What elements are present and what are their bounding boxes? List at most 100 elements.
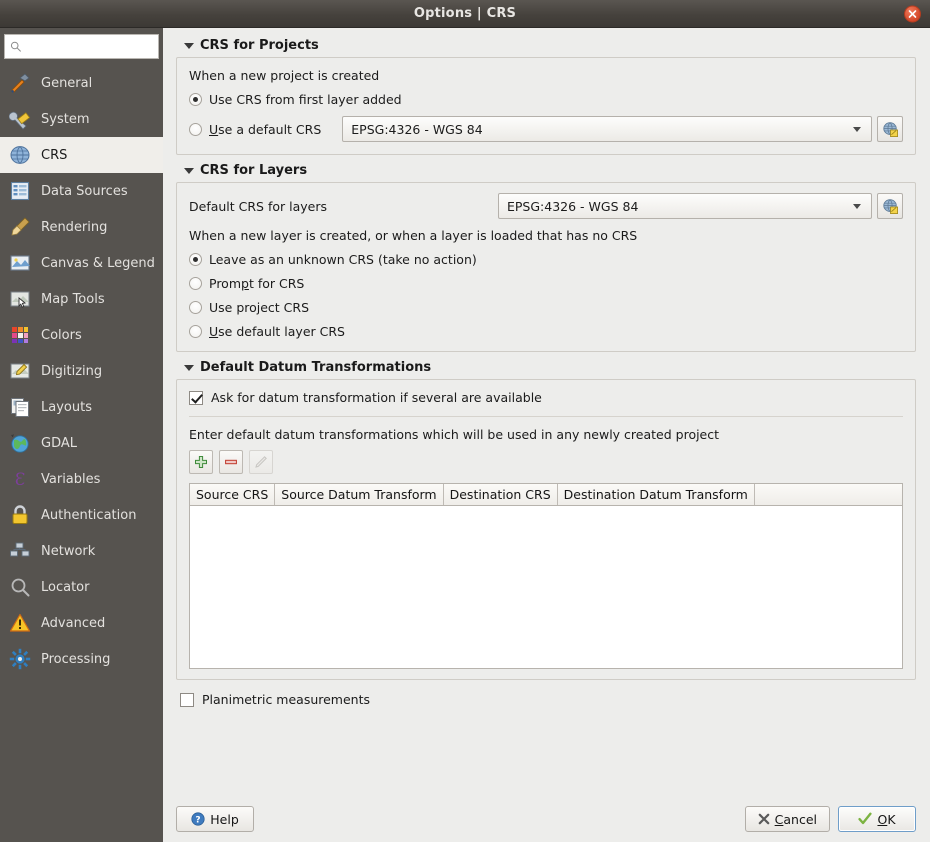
sidebar-item-canvas-legend[interactable]: Canvas & Legend xyxy=(0,245,163,281)
sidebar-item-label: Advanced xyxy=(41,616,105,631)
help-button[interactable]: ? Help xyxy=(176,806,254,832)
sidebar-item-digitizing[interactable]: Digitizing xyxy=(0,353,163,389)
radio-label: Use default layer CRS xyxy=(209,324,345,339)
search-input[interactable] xyxy=(26,39,153,55)
checkbox-label: Planimetric measurements xyxy=(202,692,370,707)
sidebar-item-advanced[interactable]: Advanced xyxy=(0,605,163,641)
default-layer-crs-combo[interactable]: EPSG:4326 - WGS 84 xyxy=(498,193,872,219)
select-layer-crs-button[interactable] xyxy=(877,193,903,219)
chevron-down-icon xyxy=(853,127,861,132)
default-crs-row: Default CRS for layers EPSG:4326 - WGS 8… xyxy=(189,193,903,219)
table-icon xyxy=(8,179,32,203)
earth-icon xyxy=(8,431,32,455)
sidebar-item-gdal[interactable]: GDAL xyxy=(0,425,163,461)
radio-use-crs-from-first-layer[interactable]: Use CRS from first layer added xyxy=(189,92,903,107)
table-column-header[interactable]: Destination CRS xyxy=(443,484,557,506)
svg-text:?: ? xyxy=(196,815,201,825)
sidebar-item-network[interactable]: Network xyxy=(0,533,163,569)
remove-transformation-button[interactable] xyxy=(219,450,243,474)
sidebar-item-label: Network xyxy=(41,544,95,559)
add-transformation-button[interactable] xyxy=(189,450,213,474)
sidebar-item-variables[interactable]: ƐVariables xyxy=(0,461,163,497)
radio-use-a-default-crs[interactable]: Use a default CRS EPSG:4326 - WGS 84 xyxy=(189,116,903,142)
sidebar-item-data-sources[interactable]: Data Sources xyxy=(0,173,163,209)
sidebar-item-authentication[interactable]: Authentication xyxy=(0,497,163,533)
sidebar-item-label: GDAL xyxy=(41,436,77,451)
sidebar-item-label: Variables xyxy=(41,472,100,487)
window-title: Options | CRS xyxy=(414,6,516,21)
pencil-map-icon xyxy=(8,359,32,383)
globe-select-icon xyxy=(882,121,899,138)
radio-indicator xyxy=(189,325,202,338)
table-column-header[interactable]: Source Datum Transform xyxy=(275,484,443,506)
sidebar-item-processing[interactable]: Processing xyxy=(0,641,163,677)
datum-table: Source CRSSource Datum TransformDestinat… xyxy=(190,484,902,506)
warning-icon xyxy=(8,611,32,635)
maptools-icon xyxy=(8,287,32,311)
search-icon xyxy=(8,575,32,599)
ask-datum-transformation-checkbox[interactable]: Ask for datum transformation if several … xyxy=(189,390,903,405)
radio-use-project-crs[interactable]: Use project CRS xyxy=(189,300,903,315)
sidebar-item-label: Authentication xyxy=(41,508,136,523)
layout-icon xyxy=(8,395,32,419)
radio-indicator xyxy=(189,93,202,106)
group-title: CRS for Layers xyxy=(200,163,307,178)
sidebar-item-map-tools[interactable]: Map Tools xyxy=(0,281,163,317)
ok-button[interactable]: OK xyxy=(838,806,916,832)
group-title: Default Datum Transformations xyxy=(200,360,431,375)
plus-icon xyxy=(194,455,208,469)
group-header-crs-for-layers[interactable]: CRS for Layers xyxy=(176,163,916,178)
sidebar-item-label: Canvas & Legend xyxy=(41,256,155,271)
cancel-button[interactable]: Cancel xyxy=(745,806,830,832)
enter-transformations-label: Enter default datum transformations whic… xyxy=(189,427,903,442)
sidebar-item-colors[interactable]: Colors xyxy=(0,317,163,353)
radio-prompt-for-crs[interactable]: Prompt for CRS xyxy=(189,276,903,291)
sidebar-item-layouts[interactable]: Layouts xyxy=(0,389,163,425)
group-datum-transformations: Default Datum Transformations Ask for da… xyxy=(176,360,916,680)
sidebar-item-general[interactable]: General xyxy=(0,65,163,101)
group-box-crs-for-layers: Default CRS for layers EPSG:4326 - WGS 8… xyxy=(176,182,916,352)
cancel-x-icon xyxy=(758,813,770,825)
sidebar-item-label: Digitizing xyxy=(41,364,102,379)
chevron-down-icon xyxy=(184,43,194,49)
search-box[interactable] xyxy=(4,34,159,59)
sidebar-nav-list: General System CRS Data Sources Rendering Can… xyxy=(0,65,163,677)
radio-indicator xyxy=(189,123,202,136)
radio-indicator xyxy=(189,277,202,290)
radio-use-default-layer-crs[interactable]: Use default layer CRS xyxy=(189,324,903,339)
canvas-icon xyxy=(8,251,32,275)
close-button[interactable] xyxy=(904,5,921,22)
divider xyxy=(189,416,903,417)
group-box-datum-transformations: Ask for datum transformation if several … xyxy=(176,379,916,680)
sidebar-item-crs[interactable]: CRS xyxy=(0,137,163,173)
group-header-datum-transformations[interactable]: Default Datum Transformations xyxy=(176,360,916,375)
radio-label: Leave as an unknown CRS (take no action) xyxy=(209,252,477,267)
globe-icon xyxy=(8,143,32,167)
select-project-crs-button[interactable] xyxy=(877,116,903,142)
project-default-crs-combo[interactable]: EPSG:4326 - WGS 84 xyxy=(342,116,872,142)
sidebar-item-label: Locator xyxy=(41,580,89,595)
ok-label: OK xyxy=(877,812,895,827)
check-icon xyxy=(858,812,872,826)
sidebar-item-system[interactable]: System xyxy=(0,101,163,137)
radio-label: Use a default CRS xyxy=(209,122,321,137)
sidebar-item-rendering[interactable]: Rendering xyxy=(0,209,163,245)
brush-icon xyxy=(8,215,32,239)
planimetric-row: Planimetric measurements xyxy=(176,692,916,707)
datum-transformations-table[interactable]: Source CRSSource Datum TransformDestinat… xyxy=(189,483,903,669)
group-crs-for-projects: CRS for Projects When a new project is c… xyxy=(176,38,916,155)
planimetric-measurements-checkbox[interactable]: Planimetric measurements xyxy=(180,692,916,707)
table-column-header[interactable]: Source CRS xyxy=(190,484,275,506)
layer-crs-radio-group: Leave as an unknown CRS (take no action)… xyxy=(189,252,903,339)
sidebar-item-locator[interactable]: Locator xyxy=(0,569,163,605)
dialog-body: General System CRS Data Sources Rendering Can… xyxy=(0,28,930,842)
combo-value: EPSG:4326 - WGS 84 xyxy=(351,122,853,137)
group-header-crs-for-projects[interactable]: CRS for Projects xyxy=(176,38,916,53)
table-column-header[interactable]: Destination Datum Transform xyxy=(557,484,754,506)
chevron-down-icon xyxy=(184,168,194,174)
sidebar-item-label: System xyxy=(41,112,89,127)
edit-transformation-button[interactable] xyxy=(249,450,273,474)
sidebar-item-label: Data Sources xyxy=(41,184,128,199)
radio-leave-as-an-unknown-crs-take-no-action[interactable]: Leave as an unknown CRS (take no action) xyxy=(189,252,903,267)
search-wrapper xyxy=(0,34,163,65)
